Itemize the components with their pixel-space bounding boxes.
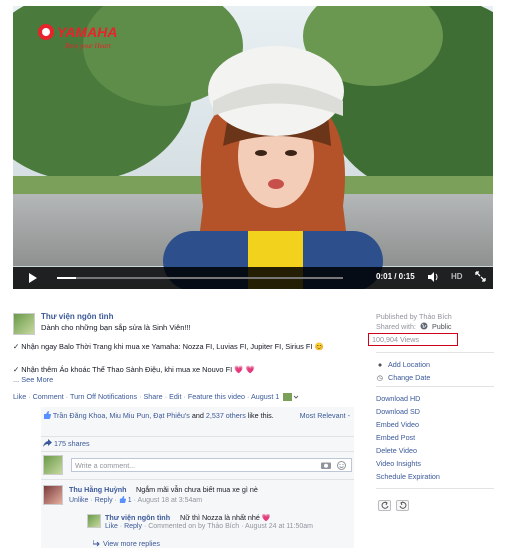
- reply-text: Nữ thì Nozza là nhất nhé 💗: [180, 513, 271, 522]
- likers-names[interactable]: Trần Đăng Khoa, Miu Miu Pun, Đạt Phiêu's: [53, 411, 190, 420]
- reply-link[interactable]: Reply: [124, 523, 142, 530]
- views-highlight: 100,904 Views: [368, 333, 458, 346]
- edit-link[interactable]: Edit: [169, 392, 181, 401]
- progress-fill: [57, 277, 77, 279]
- clock-icon: ◷: [376, 373, 384, 382]
- see-more-link[interactable]: ... See More: [13, 375, 53, 384]
- reply-author[interactable]: Thư viện ngôn tình: [105, 513, 170, 522]
- turn-off-notifications-link[interactable]: Turn Off Notifications: [70, 392, 137, 401]
- camera-icon[interactable]: [321, 461, 331, 469]
- reply-avatar[interactable]: [87, 514, 101, 528]
- shares-label: 175 shares: [54, 439, 90, 448]
- reply-link[interactable]: Reply: [95, 497, 113, 504]
- comment-input[interactable]: [71, 458, 352, 472]
- view-more-replies-link[interactable]: View more replies: [92, 539, 160, 548]
- like-this-text: like this.: [247, 411, 274, 420]
- video-insights-link[interactable]: Video Insights: [376, 459, 421, 468]
- likes-summary: Trần Đăng Khoa, Miu Miu Pun, Đạt Phiêu's…: [43, 411, 283, 421]
- comment-like-count[interactable]: 1: [128, 497, 132, 504]
- shares-count[interactable]: 175 shares: [43, 439, 90, 448]
- comment-author[interactable]: Thu Hằng Huỳnh: [69, 485, 127, 494]
- reply-meta: Like · Reply · Commented on by Thảo Bích…: [105, 523, 313, 530]
- shared-with-value[interactable]: Public: [432, 322, 452, 331]
- commented-by: Commented on by Thảo Bích: [148, 523, 240, 530]
- comment-sort-dropdown[interactable]: Most Relevant -: [300, 411, 350, 420]
- video-player[interactable]: YAMAHA Revs your Heart 0:01 / 0:15 HD: [13, 6, 493, 289]
- page-avatar[interactable]: [13, 313, 35, 335]
- rotate-left-icon: [381, 501, 388, 509]
- feature-video-link[interactable]: Feature this video: [188, 392, 245, 401]
- like-link[interactable]: Like: [105, 523, 118, 530]
- brand-logo-text: YAMAHA: [57, 24, 117, 40]
- embed-post-link[interactable]: Embed Post: [376, 433, 415, 442]
- thumbs-up-icon: [119, 496, 126, 503]
- brand-tagline: Revs your Heart: [64, 42, 112, 50]
- download-sd-link[interactable]: Download SD: [376, 407, 420, 416]
- embed-video-link[interactable]: Embed Video: [376, 420, 419, 429]
- rotate-right-icon: [399, 501, 406, 509]
- timecode: 0:01 / 0:15: [376, 272, 415, 281]
- comment-link[interactable]: Comment: [33, 392, 64, 401]
- post-date[interactable]: August 1: [251, 392, 279, 401]
- fullscreen-icon[interactable]: [475, 271, 486, 282]
- change-date-link[interactable]: ◷ Change Date: [376, 373, 431, 382]
- post-line-1: ✓ Nhận ngay Balo Thời Trang khi mua xe Y…: [13, 342, 324, 351]
- comment-avatar[interactable]: [43, 485, 63, 505]
- delete-video-link[interactable]: Delete Video: [376, 446, 417, 455]
- change-date-label: Change Date: [388, 373, 431, 382]
- add-location-label: Add Location: [388, 360, 430, 369]
- view-more-replies-label: View more replies: [103, 539, 160, 548]
- shared-with-label: Shared with:: [376, 322, 416, 331]
- schedule-expiration-link[interactable]: Schedule Expiration: [376, 472, 440, 481]
- post-tagline: Dành cho những bạn sắp sửa là Sinh Viên!…: [41, 323, 191, 332]
- rotate-right-button[interactable]: [396, 500, 409, 511]
- share-link[interactable]: Share: [144, 392, 163, 401]
- globe-icon: [420, 322, 428, 330]
- emoji-icon[interactable]: [337, 461, 346, 470]
- likers-and: and: [191, 411, 204, 420]
- comment-meta: Unlike · Reply · 1 · August 18 at 3:54am: [69, 496, 203, 504]
- page-name[interactable]: Thư viện ngôn tình: [41, 312, 113, 321]
- engagement-box: Trần Đăng Khoa, Miu Miu Pun, Đạt Phiêu's…: [41, 407, 354, 548]
- reply-arrow-icon: [92, 540, 100, 547]
- download-hd-link[interactable]: Download HD: [376, 394, 420, 403]
- comment-text: Ngắm mãi vẫn chưa biết mua xe gì nè: [136, 485, 258, 494]
- likers-others[interactable]: 2,537 others: [206, 411, 246, 420]
- view-count: 100,904 Views: [372, 335, 420, 344]
- reply-time[interactable]: August 24 at 11:50am: [245, 523, 313, 530]
- video-frame: YAMAHA Revs your Heart: [13, 6, 493, 289]
- page-avatar-small-icon[interactable]: [283, 393, 299, 402]
- share-icon: [43, 439, 52, 447]
- like-link[interactable]: Like: [13, 392, 26, 401]
- progress-bar[interactable]: [57, 277, 343, 279]
- thumbs-up-icon: [44, 411, 51, 419]
- video-controls: 0:01 / 0:15 HD: [13, 267, 493, 289]
- comment-time[interactable]: August 18 at 3:54am: [138, 497, 203, 504]
- rotate-left-button[interactable]: [378, 500, 391, 511]
- unlike-link[interactable]: Unlike: [69, 497, 88, 504]
- current-user-avatar: [43, 455, 63, 475]
- play-icon[interactable]: [27, 273, 39, 283]
- add-location-link[interactable]: ● Add Location: [376, 360, 430, 369]
- shared-with: Shared with: Public: [376, 322, 452, 331]
- location-pin-icon: ●: [377, 360, 383, 369]
- volume-icon[interactable]: [427, 271, 439, 283]
- post-line-2: ✓ Nhận thêm Áo khoác Thể Thao Sành Điệu,…: [13, 365, 255, 374]
- post-actions: Like · Comment · Turn Off Notifications …: [13, 392, 299, 402]
- published-by: Published by Thảo Bích: [376, 312, 452, 321]
- hd-toggle[interactable]: HD: [451, 272, 463, 281]
